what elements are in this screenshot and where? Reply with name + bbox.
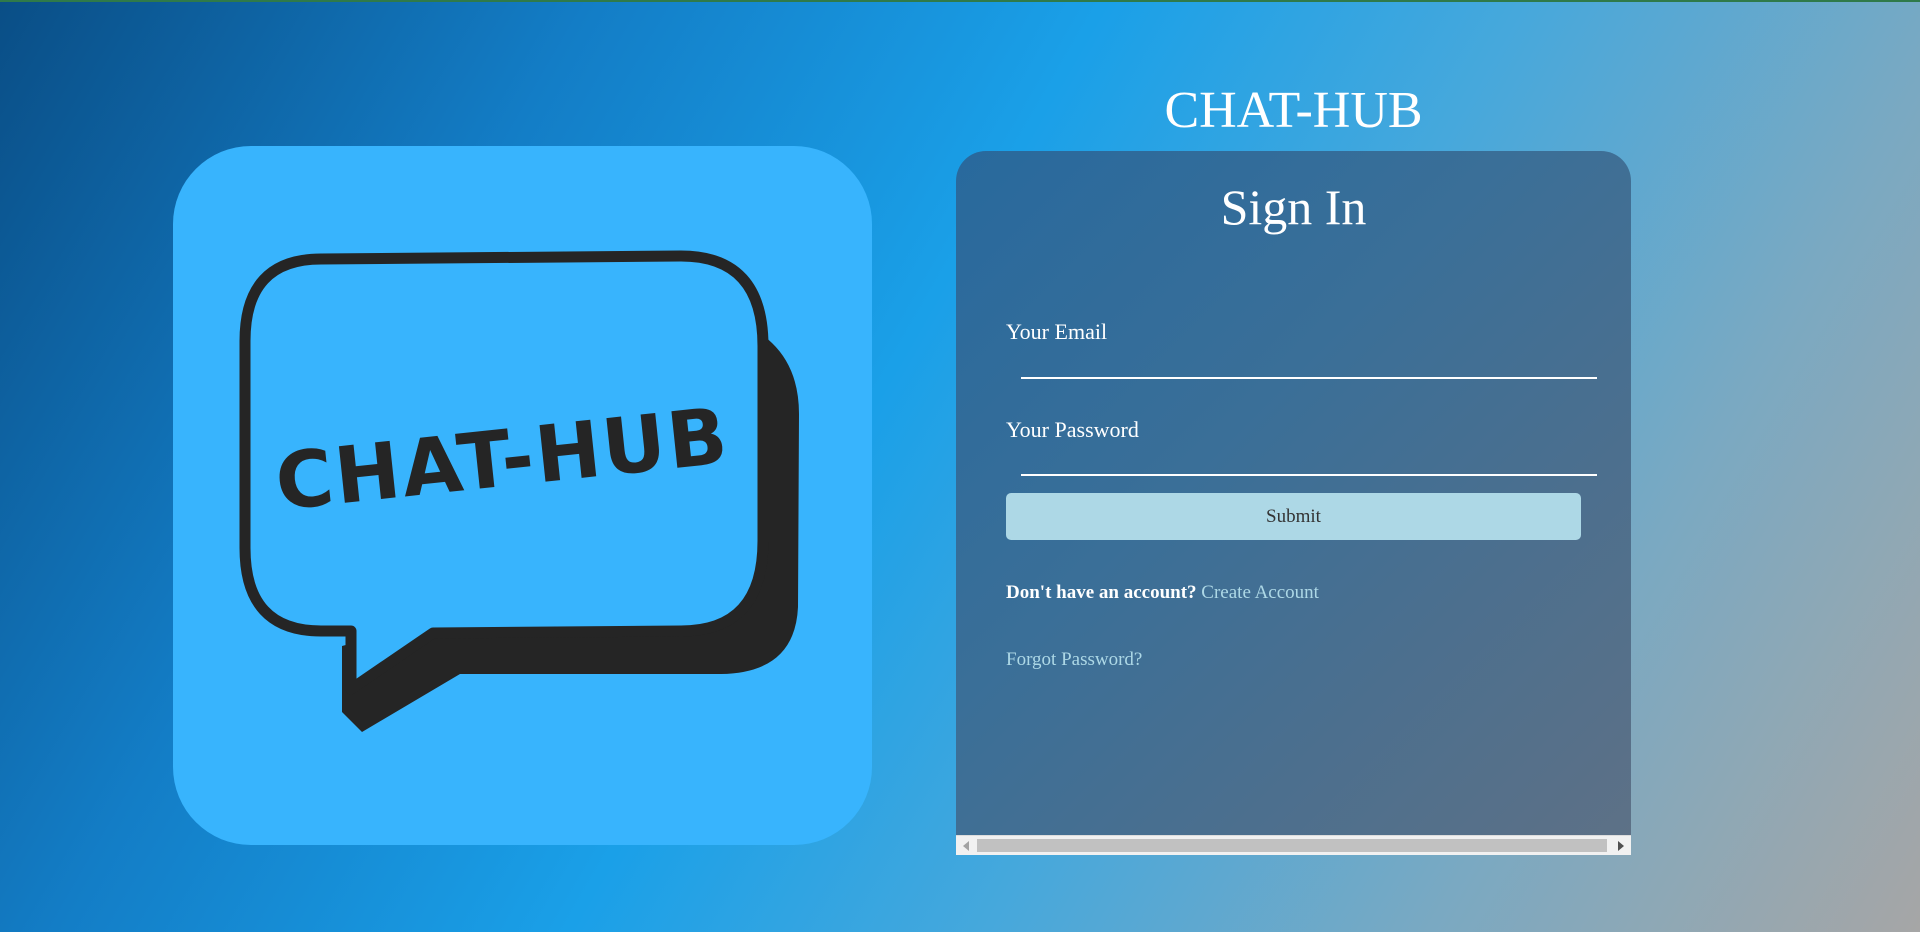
account-prompt: Don't have an account? [1006,582,1197,603]
create-account-link[interactable]: Create Account [1201,582,1319,603]
email-label: Your Email [1006,319,1108,344]
submit-button[interactable]: Submit [1006,493,1581,540]
triangle-left-icon [963,840,969,851]
logo-card: CHAT-HUB [173,146,872,845]
signin-panel: Sign In Your Email Your Password Submit … [956,151,1631,855]
signin-heading: Sign In [1220,179,1367,235]
scrollbar-thumb[interactable] [977,839,1607,852]
chat-hub-logo: CHAT-HUB [239,250,799,732]
scroll-left-button[interactable] [956,836,976,855]
app-title: CHAT-HUB [1164,82,1423,139]
password-field[interactable] [1021,440,1597,476]
triangle-right-icon [1618,840,1624,851]
horizontal-scrollbar[interactable] [956,835,1631,855]
create-account-row: Don't have an account? Create Account [1006,581,1319,605]
forgot-password-link[interactable]: Forgot Password? [1006,648,1142,672]
email-field[interactable] [1021,343,1597,379]
scroll-right-button[interactable] [1611,836,1631,855]
top-strip [0,0,1920,2]
